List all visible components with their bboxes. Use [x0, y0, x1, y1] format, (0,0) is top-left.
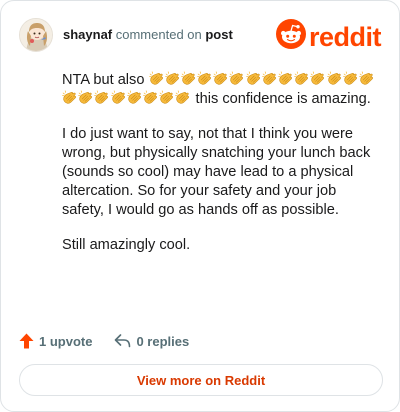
clapping-hands-emoji: [310, 71, 325, 85]
comment-body: NTA but also this confidence is amazing.…: [62, 71, 378, 271]
comment-paragraph-1: NTA but also this confidence is amazing.: [62, 71, 378, 109]
clapping-hands-emoji: [143, 90, 157, 104]
comment-text-intro: NTA but also: [62, 72, 149, 88]
upvote-button[interactable]: 1 upvote: [19, 333, 92, 349]
clapping-hands-emoji: [229, 71, 244, 85]
reddit-wordmark: reddit: [308, 21, 382, 52]
comment-paragraph-3: Still amazingly cool.: [62, 237, 191, 253]
clapping-hands-emoji: [294, 71, 309, 85]
clapping-hands-emoji: [164, 71, 179, 85]
reddit-logo[interactable]: reddit: [275, 19, 382, 54]
clapping-hands-emoji: [110, 90, 125, 104]
reddit-snoo-icon: [275, 19, 306, 54]
clapping-hands-emoji: [342, 71, 357, 85]
commented-on-text: commented on: [112, 27, 206, 42]
clapping-hands-emoji: [181, 71, 195, 85]
avatar[interactable]: [19, 18, 53, 52]
view-more-on-reddit-button[interactable]: View more on Reddit: [19, 364, 383, 396]
clapping-hands-emoji: [278, 71, 293, 85]
upvote-count: 1 upvote: [39, 333, 93, 349]
replies-button[interactable]: 0 replies: [114, 334, 189, 349]
comment-actions: 1 upvote 0 replies: [19, 332, 211, 350]
clapping-hands-emoji: [245, 71, 260, 85]
comment-paragraph-2: I do just want to say, not that I think …: [62, 126, 371, 218]
clapping-hands-emoji: [359, 71, 373, 85]
clapping-hands-emoji: [62, 90, 76, 104]
clapping-hands-emoji: [261, 71, 276, 85]
clapping-hands-emoji: [159, 90, 174, 104]
comment-text-outro: this confidence is amazing.: [191, 91, 371, 107]
reddit-comment-embed: shaynaf commented on post reddit NTA but…: [0, 0, 400, 412]
clapping-hands-emoji: [213, 71, 228, 85]
clapping-hands-emoji: [197, 71, 212, 85]
comment-header: shaynaf commented on post reddit: [19, 17, 382, 54]
clapping-hands-emoji: [175, 90, 190, 104]
clapping-hands-emoji: [148, 71, 163, 85]
replies-count: 0 replies: [136, 333, 190, 349]
post-link[interactable]: post: [205, 27, 232, 42]
clapping-hands-emoji: [326, 71, 341, 85]
upvote-arrow-icon: [19, 333, 34, 349]
clapping-hands-emoji: [78, 90, 93, 104]
clapping-hands-emoji: [126, 90, 141, 104]
reply-arrow-icon: [115, 334, 131, 348]
comment-meta: shaynaf commented on post: [63, 27, 233, 43]
clapping-hands-emoji: [94, 90, 109, 104]
username-link[interactable]: shaynaf: [63, 27, 112, 42]
